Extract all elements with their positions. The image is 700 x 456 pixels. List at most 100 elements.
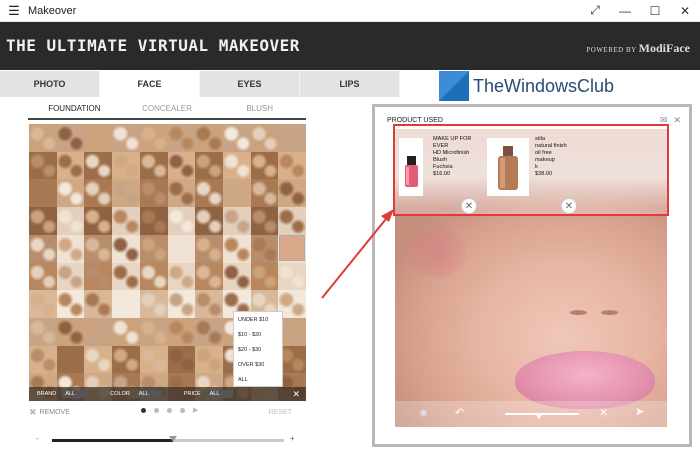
foundation-swatch[interactable] [29, 151, 57, 180]
close-icon[interactable]: ✕ [670, 4, 700, 18]
foundation-swatch[interactable] [167, 290, 196, 318]
foundation-swatch[interactable] [56, 124, 85, 152]
foundation-swatch[interactable] [250, 151, 279, 180]
foundation-swatch[interactable] [195, 124, 223, 152]
foundation-swatch[interactable] [84, 262, 113, 291]
product-card[interactable]: stila natural finish oil free makeup k $… [485, 130, 635, 214]
foundation-swatch[interactable] [29, 345, 57, 374]
foundation-swatch[interactable] [167, 124, 196, 152]
foundation-swatch[interactable] [222, 262, 251, 291]
expand-icon[interactable]: ⤢ [580, 3, 610, 18]
maximize-icon[interactable]: ☐ [640, 4, 670, 18]
next-page-icon[interactable]: ▶ [193, 407, 198, 414]
tab-face[interactable]: FACE [100, 71, 200, 97]
foundation-swatch[interactable] [84, 234, 113, 263]
subtab-blush[interactable]: BLUSH [213, 98, 306, 118]
foundation-swatch[interactable] [139, 124, 168, 152]
foundation-swatch[interactable] [29, 124, 57, 152]
foundation-swatch[interactable] [167, 207, 196, 235]
reset-button[interactable]: RESET [269, 409, 292, 416]
foundation-swatch[interactable] [195, 262, 223, 291]
foundation-swatch[interactable] [222, 124, 251, 152]
price-option[interactable]: $20 - $30 [234, 342, 282, 357]
foundation-swatch[interactable] [250, 262, 279, 291]
foundation-swatch[interactable] [112, 124, 140, 152]
undo-icon[interactable]: ↶ [455, 406, 464, 419]
foundation-swatch[interactable] [195, 207, 223, 235]
foundation-swatch[interactable] [167, 151, 196, 180]
foundation-swatch[interactable] [278, 179, 306, 208]
spinner-icon[interactable]: ✹ [419, 407, 428, 420]
foundation-swatch[interactable] [84, 124, 113, 152]
clear-icon[interactable]: ✕ [599, 406, 608, 419]
tab-photo[interactable]: PHOTO [0, 71, 100, 97]
slider-track[interactable] [52, 436, 284, 442]
price-select[interactable]: ALL [206, 390, 233, 398]
foundation-swatch[interactable] [139, 179, 168, 208]
foundation-swatch[interactable] [56, 317, 85, 346]
foundation-swatch[interactable] [195, 290, 223, 318]
foundation-swatch[interactable] [56, 234, 85, 263]
foundation-swatch[interactable] [167, 179, 196, 208]
foundation-swatch[interactable] [112, 151, 140, 180]
minimize-icon[interactable]: — [610, 4, 640, 18]
foundation-swatch[interactable] [222, 234, 251, 263]
foundation-swatch[interactable] [112, 262, 140, 291]
page-dot[interactable] [154, 408, 159, 413]
foundation-swatch[interactable] [56, 262, 85, 291]
foundation-swatch[interactable] [139, 262, 168, 291]
slider-knob[interactable] [168, 436, 177, 442]
foundation-swatch[interactable] [56, 345, 85, 374]
foundation-swatch[interactable] [167, 262, 196, 291]
foundation-swatch[interactable] [222, 151, 251, 180]
foundation-swatch[interactable] [112, 317, 140, 346]
foundation-swatch[interactable] [29, 234, 57, 263]
close-filter-icon[interactable]: ✕ [292, 389, 300, 400]
share-icon[interactable]: ➤ [635, 405, 644, 418]
foundation-swatch[interactable] [195, 345, 223, 374]
foundation-swatch[interactable] [195, 234, 223, 263]
color-select[interactable]: ALL [135, 390, 162, 398]
hamburger-icon[interactable]: ☰ [0, 3, 28, 19]
foundation-swatch[interactable] [29, 317, 57, 346]
foundation-swatch[interactable] [278, 124, 306, 152]
foundation-swatch[interactable] [167, 234, 196, 263]
foundation-swatch[interactable] [139, 345, 168, 374]
foundation-swatch[interactable] [278, 207, 306, 235]
selected-swatch[interactable] [279, 235, 305, 261]
subtab-foundation[interactable]: FOUNDATION [28, 98, 121, 118]
foundation-swatch[interactable] [29, 262, 57, 291]
remove-button[interactable]: ✖ REMOVE [29, 407, 70, 418]
foundation-swatch[interactable] [250, 124, 279, 152]
page-dot[interactable] [180, 408, 185, 413]
foundation-swatch[interactable] [278, 151, 306, 180]
foundation-swatch[interactable] [222, 207, 251, 235]
foundation-swatch[interactable] [84, 317, 113, 346]
foundation-swatch[interactable] [112, 234, 140, 263]
remove-product-icon[interactable]: ✕ [561, 198, 577, 214]
foundation-swatch[interactable] [139, 234, 168, 263]
foundation-swatch[interactable] [56, 290, 85, 318]
tab-lips[interactable]: LIPS [300, 71, 400, 97]
foundation-swatch[interactable] [139, 151, 168, 180]
foundation-swatch[interactable] [222, 179, 251, 208]
panel-close-icon[interactable]: ✕ [673, 115, 681, 126]
foundation-swatch[interactable] [84, 290, 113, 318]
foundation-swatch[interactable] [195, 151, 223, 180]
foundation-swatch[interactable] [56, 179, 85, 208]
foundation-swatch[interactable] [167, 345, 196, 374]
foundation-swatch[interactable] [84, 151, 113, 180]
page-dot[interactable] [167, 408, 172, 413]
foundation-swatch[interactable] [56, 207, 85, 235]
price-option[interactable]: ALL [234, 372, 282, 387]
foundation-swatch[interactable] [112, 345, 140, 374]
foundation-swatch[interactable] [250, 207, 279, 235]
price-option[interactable]: OVER $30 [234, 357, 282, 372]
brand-select[interactable]: ALL [62, 390, 89, 398]
foundation-swatch[interactable] [29, 207, 57, 235]
foundation-swatch[interactable] [84, 207, 113, 235]
foundation-swatch[interactable] [250, 179, 279, 208]
foundation-swatch[interactable] [139, 317, 168, 346]
foundation-swatch[interactable] [29, 290, 57, 318]
tab-eyes[interactable]: EYES [200, 71, 300, 97]
